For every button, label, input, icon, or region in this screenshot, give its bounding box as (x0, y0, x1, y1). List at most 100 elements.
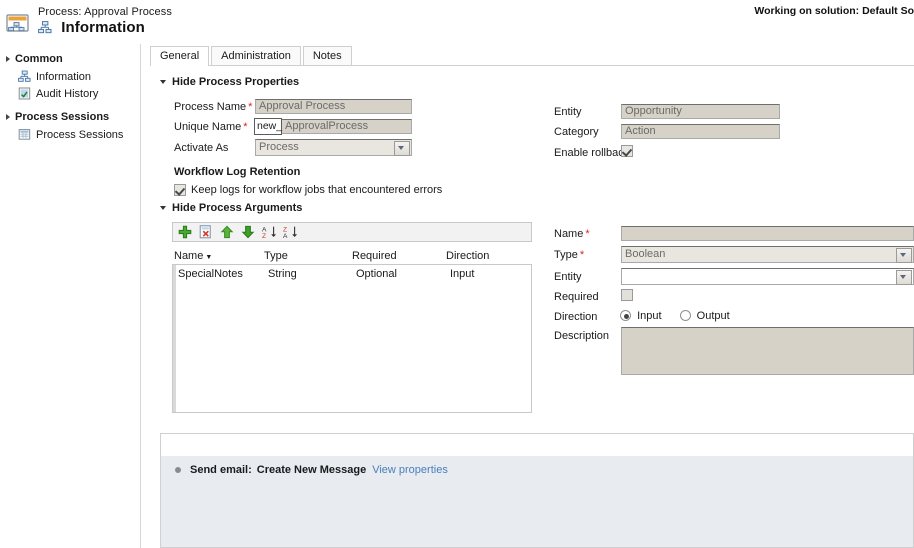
category-label: Category (554, 126, 599, 138)
step-text: Create New Message (256, 464, 367, 476)
page-title-row: Information (38, 19, 145, 38)
sidebar-group-label: Process Sessions (15, 111, 110, 123)
tab-administration[interactable]: Administration (211, 46, 301, 66)
process-name-input[interactable]: Approval Process (255, 99, 412, 114)
argument-name-input[interactable] (621, 226, 914, 241)
sidebar: Common Information Audit History Process… (0, 44, 141, 548)
argument-entity-select[interactable] (621, 268, 914, 285)
required-marker: * (243, 121, 248, 133)
radio-input[interactable] (620, 310, 631, 321)
direction-output-option[interactable]: Output (679, 310, 730, 322)
section-process-arguments-toggle[interactable]: Hide Process Arguments (160, 202, 302, 214)
section-label: Hide Process Properties (172, 76, 300, 88)
process-node-icon (18, 70, 31, 83)
audit-history-icon (18, 87, 31, 100)
solution-indicator: Working on solution: Default So (754, 5, 914, 17)
cell-direction: Input (450, 268, 475, 280)
sidebar-item-label: Audit History (36, 87, 99, 100)
chevron-down-icon[interactable] (896, 270, 912, 285)
svg-text:Z: Z (262, 233, 266, 239)
sort-ascending-button[interactable]: A Z (261, 224, 277, 240)
keep-logs-checkbox[interactable] (174, 184, 186, 196)
argument-required-checkbox[interactable] (621, 289, 633, 301)
chevron-down-icon[interactable] (896, 248, 912, 263)
direction-input-option[interactable]: Input (620, 310, 665, 322)
process-node-icon (38, 21, 52, 38)
tab-general[interactable]: General (150, 46, 210, 67)
sidebar-item-audit-history[interactable]: Audit History (0, 85, 140, 102)
argument-name-label: Name * (554, 228, 590, 240)
activate-as-select[interactable]: Process (255, 139, 412, 156)
window-header: Process: Approval Process Information Wo… (0, 0, 914, 36)
tab-underline (150, 65, 914, 66)
required-marker: * (579, 249, 585, 261)
category-input[interactable]: Action (621, 124, 780, 139)
argument-type-label: Type * (554, 249, 584, 261)
unique-name-prefix: new_ (254, 118, 282, 135)
argument-type-value: Boolean (625, 248, 666, 260)
grid-icon (18, 128, 31, 141)
argument-description-textarea[interactable] (621, 327, 914, 375)
label-text: Process Name (174, 101, 247, 113)
required-marker: * (248, 101, 253, 113)
activate-as-value: Process (259, 141, 299, 153)
breadcrumb: Process: Approval Process (38, 6, 172, 18)
radio-output[interactable] (679, 310, 691, 321)
chevron-down-icon[interactable] (394, 141, 410, 156)
label-text: Unique Name (174, 121, 242, 133)
step-prefix: Send email: (190, 464, 252, 476)
move-down-button[interactable] (240, 224, 256, 240)
argument-required-label: Required (554, 291, 599, 303)
sidebar-group-header-common[interactable]: Common (0, 50, 140, 68)
sidebar-group-process-sessions: Process Sessions Process Sessions (0, 108, 140, 143)
sidebar-item-information[interactable]: Information (0, 68, 140, 85)
section-label: Hide Process Arguments (172, 202, 303, 214)
steps-list: Send email: Create New Message View prop… (161, 456, 913, 547)
keep-logs-label: Keep logs for workflow jobs that encount… (191, 184, 443, 196)
column-header-type[interactable]: Type (264, 250, 352, 262)
process-icon (6, 14, 30, 34)
arguments-grid: SpecialNotes String Optional Input (172, 264, 532, 413)
argument-type-select[interactable]: Boolean (621, 246, 914, 263)
sort-descending-button[interactable]: Z A (282, 224, 298, 240)
sidebar-group-header-process-sessions[interactable]: Process Sessions (0, 108, 140, 126)
expander-icon (6, 56, 10, 62)
entity-input[interactable]: Opportunity (621, 104, 780, 119)
caret-down-icon (160, 206, 166, 210)
arguments-column-headers: Name ▼ Type Required Direction (174, 250, 532, 262)
log-retention-heading: Workflow Log Retention (174, 166, 301, 178)
move-up-button[interactable] (219, 224, 235, 240)
section-process-properties-toggle[interactable]: Hide Process Properties (160, 76, 299, 88)
required-marker: * (585, 228, 590, 240)
sidebar-item-label: Process Sessions (36, 128, 124, 141)
expander-icon (6, 114, 10, 120)
argument-direction-label: Direction (554, 311, 598, 323)
view-properties-link[interactable]: View properties (372, 464, 448, 476)
cell-type: String (268, 268, 297, 280)
crm-process-form-window: Process: Approval Process Information Wo… (0, 0, 914, 548)
list-item[interactable]: Send email: Create New Message View prop… (161, 456, 913, 476)
cell-required: Optional (356, 268, 397, 280)
delete-argument-button[interactable] (198, 224, 214, 240)
column-header-required[interactable]: Required (352, 250, 446, 262)
tab-strip: General Administration Notes (150, 46, 914, 67)
column-label: Name (174, 250, 204, 262)
tab-label: Administration (221, 50, 291, 62)
column-header-name[interactable]: Name ▼ (174, 250, 264, 262)
svg-text:A: A (283, 233, 288, 239)
direction-input-label: Input (637, 310, 662, 322)
enable-rollback-checkbox[interactable] (621, 145, 633, 157)
page-title: Information (61, 19, 145, 36)
process-name-label: Process Name * (174, 101, 252, 113)
add-argument-button[interactable] (177, 224, 193, 240)
sidebar-group-common: Common Information Audit History (0, 50, 140, 102)
argument-description-label: Description (554, 330, 610, 342)
step-bullet-icon (175, 467, 181, 473)
steps-toolbar-area (161, 434, 913, 456)
label-text: Type (554, 249, 578, 261)
tab-notes[interactable]: Notes (302, 46, 352, 66)
sidebar-item-process-sessions[interactable]: Process Sessions (0, 126, 140, 143)
table-row[interactable]: SpecialNotes String Optional Input (173, 265, 531, 280)
grid-left-gutter (173, 265, 176, 412)
column-header-direction[interactable]: Direction (446, 250, 526, 262)
